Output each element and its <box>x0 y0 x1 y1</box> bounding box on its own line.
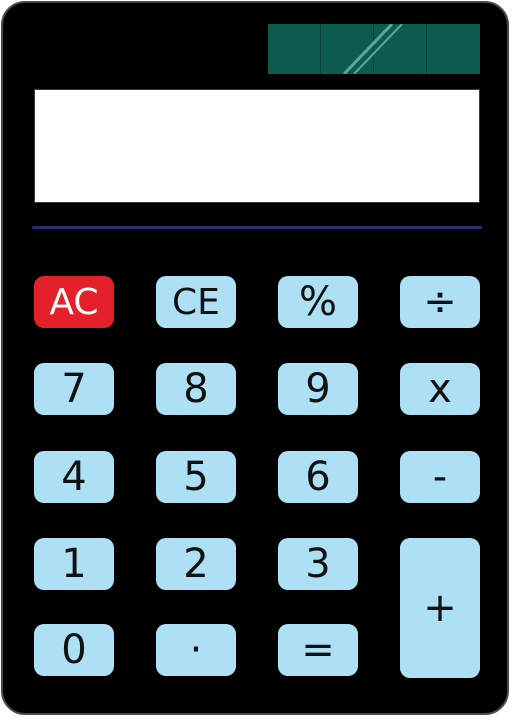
digit-8-button[interactable]: 8 <box>156 363 236 415</box>
digit-3-button[interactable]: 3 <box>278 538 358 590</box>
divider-line <box>32 226 482 229</box>
digit-0-button[interactable]: 0 <box>34 624 114 676</box>
all-clear-button[interactable]: AC <box>34 276 114 328</box>
plus-button[interactable]: + <box>400 538 480 678</box>
digit-1-button[interactable]: 1 <box>34 538 114 590</box>
multiply-button[interactable]: x <box>400 363 480 415</box>
digit-5-button[interactable]: 5 <box>156 451 236 503</box>
solar-glare-icon <box>342 24 403 74</box>
digit-9-button[interactable]: 9 <box>278 363 358 415</box>
digit-7-button[interactable]: 7 <box>34 363 114 415</box>
minus-button[interactable]: - <box>400 451 480 503</box>
digit-6-button[interactable]: 6 <box>278 451 358 503</box>
equals-button[interactable]: = <box>278 624 358 676</box>
clear-entry-button[interactable]: CE <box>156 276 236 328</box>
digit-4-button[interactable]: 4 <box>34 451 114 503</box>
digit-2-button[interactable]: 2 <box>156 538 236 590</box>
decimal-point-button[interactable]: · <box>156 624 236 676</box>
percent-button[interactable]: % <box>278 276 358 328</box>
divide-button[interactable]: ÷ <box>400 276 480 328</box>
solar-panel <box>268 24 480 74</box>
display-screen <box>34 89 480 203</box>
